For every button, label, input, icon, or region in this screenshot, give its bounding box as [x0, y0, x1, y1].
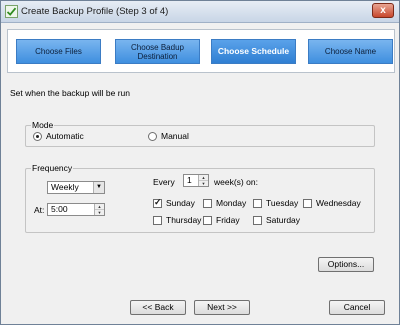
spin-down-icon[interactable]: ▼ — [199, 181, 208, 187]
title-bar: Create Backup Profile (Step 3 of 4) x — [1, 1, 399, 23]
every-value: 1 — [187, 175, 192, 185]
time-value: 5:00 — [51, 204, 68, 214]
day-label: Sunday — [166, 198, 195, 208]
radio-selected-icon — [33, 131, 42, 141]
step-choose-destination[interactable]: Choose Badup Destination — [115, 39, 200, 64]
checkbox-unchecked-icon — [203, 198, 212, 208]
frequency-label: Frequency — [31, 163, 74, 173]
backup-profile-window: Create Backup Profile (Step 3 of 4) x Ch… — [0, 0, 400, 325]
step-choose-files[interactable]: Choose Files — [16, 39, 101, 64]
window-title: Create Backup Profile (Step 3 of 4) — [21, 6, 169, 17]
time-spinner[interactable]: 5:00 ▲ ▼ — [47, 203, 105, 216]
mode-manual-label: Manual — [161, 131, 189, 141]
checkmark-app-icon — [5, 5, 18, 18]
options-button[interactable]: Options... — [318, 257, 374, 272]
day-label: Tuesday — [266, 198, 299, 208]
day-label: Monday — [216, 198, 247, 208]
wizard-steps: Choose Files Choose Badup Destination Ch… — [7, 29, 395, 73]
mode-automatic-radio[interactable]: Automatic — [33, 131, 84, 141]
day-label: Thursday — [166, 215, 202, 225]
frequency-group: Frequency Weekly ▼ At: 5:00 ▲ ▼ Every 1 … — [25, 163, 375, 233]
every-label: Every — [153, 177, 175, 187]
mode-manual-radio[interactable]: Manual — [148, 131, 189, 141]
day-sunday-checkbox[interactable]: Sunday — [153, 197, 195, 208]
day-saturday-checkbox[interactable]: Saturday — [253, 215, 300, 225]
close-button[interactable]: x — [372, 3, 394, 18]
spin-down-icon[interactable]: ▼ — [95, 210, 104, 216]
spinner-buttons[interactable]: ▲ ▼ — [94, 204, 104, 215]
weeks-on-label: week(s) on: — [214, 177, 258, 187]
spinner-buttons[interactable]: ▲ ▼ — [198, 175, 208, 186]
chevron-down-icon: ▼ — [93, 182, 104, 193]
back-button[interactable]: << Back — [130, 300, 186, 315]
frequency-select[interactable]: Weekly ▼ — [47, 181, 105, 194]
instruction-text: Set when the backup will be run — [10, 88, 131, 98]
day-thursday-checkbox[interactable]: Thursday — [153, 215, 201, 225]
mode-label: Mode — [31, 120, 55, 130]
step-choose-schedule[interactable]: Choose Schedule — [211, 39, 296, 64]
day-label: Friday — [216, 215, 240, 225]
day-label: Saturday — [266, 215, 301, 225]
day-monday-checkbox[interactable]: Monday — [203, 198, 246, 208]
mode-group: Mode Automatic Manual — [25, 120, 375, 147]
day-label: Wednesday — [316, 198, 361, 208]
checkbox-unchecked-icon — [253, 198, 262, 208]
checkbox-unchecked-icon — [303, 198, 312, 208]
checkbox-unchecked-icon — [203, 215, 212, 225]
day-friday-checkbox[interactable]: Friday — [203, 215, 240, 225]
frequency-select-value: Weekly — [51, 182, 79, 192]
day-tuesday-checkbox[interactable]: Tuesday — [253, 198, 298, 208]
radio-unselected-icon — [148, 131, 157, 141]
checkbox-unchecked-icon — [153, 215, 162, 225]
checkbox-unchecked-icon — [253, 215, 262, 225]
checkbox-checked-icon — [153, 197, 162, 208]
mode-automatic-label: Automatic — [46, 131, 84, 141]
step-choose-name[interactable]: Choose Name — [308, 39, 393, 64]
cancel-button[interactable]: Cancel — [329, 300, 385, 315]
next-button[interactable]: Next >> — [194, 300, 250, 315]
at-label: At: — [34, 205, 45, 215]
every-weeks-spinner[interactable]: 1 ▲ ▼ — [183, 174, 209, 187]
day-wednesday-checkbox[interactable]: Wednesday — [303, 198, 361, 208]
